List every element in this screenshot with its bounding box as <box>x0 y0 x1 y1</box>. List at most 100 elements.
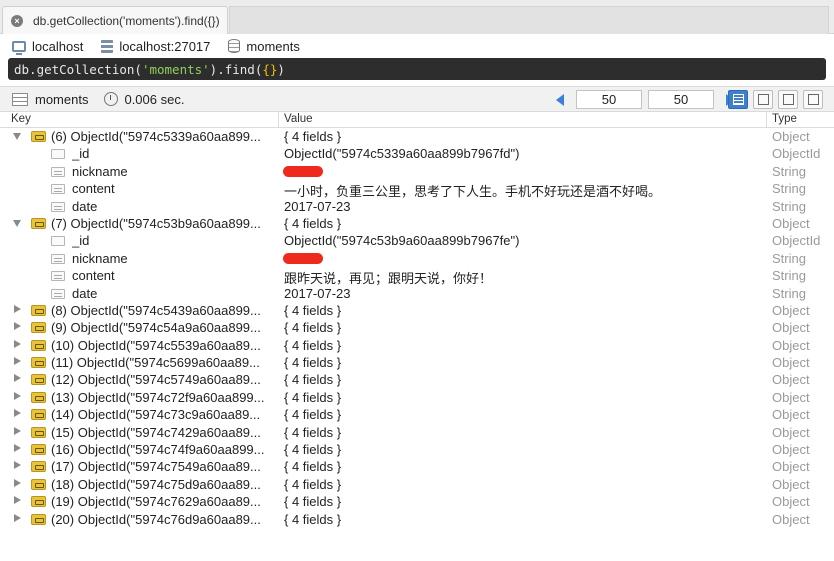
row-value: { 4 fields } <box>284 215 342 231</box>
connection-bar: localhost localhost:27017 moments <box>0 35 834 57</box>
limit-input[interactable] <box>648 90 714 109</box>
query-editor[interactable]: db.getCollection('moments').find({}) <box>8 58 826 80</box>
row-key: (13) ObjectId("5974c72f9a60aa899... <box>51 389 265 405</box>
document-icon <box>31 409 46 421</box>
field-row[interactable]: content 一小时，负重三公里，思考了下人生。手机不好玩还是酒不好喝。 Stri… <box>0 180 834 199</box>
document-row[interactable]: (14) ObjectId("5974c73c9a60aa89... { 4 fi… <box>0 406 834 423</box>
expand-arrow-icon[interactable] <box>14 322 21 331</box>
field-row[interactable]: nickname String <box>0 250 834 267</box>
document-row[interactable]: (11) ObjectId("5974c5699a60aa89... { 4 fi… <box>0 354 834 371</box>
row-value: { 4 fields } <box>284 302 342 318</box>
document-row[interactable]: (20) ObjectId("5974c76d9a60aa89... { 4 fi… <box>0 511 834 528</box>
expand-arrow-icon[interactable] <box>14 496 21 505</box>
column-header-type[interactable]: Type <box>772 113 797 125</box>
results-grid: (6) ObjectId("5974c5339a60aa899... { 4 fi… <box>0 128 834 528</box>
document-row[interactable]: (8) ObjectId("5974c5439a60aa899... { 4 fi… <box>0 302 834 319</box>
expand-arrow-icon[interactable] <box>14 444 21 453</box>
tree-view-button[interactable] <box>728 90 748 109</box>
expand-arrow-icon[interactable] <box>14 409 21 418</box>
grid-overflow-fade <box>0 542 834 561</box>
document-row[interactable]: (16) ObjectId("5974c74f9a60aa899... { 4 f… <box>0 441 834 458</box>
field-row[interactable]: nickname String <box>0 163 834 180</box>
document-row[interactable]: (17) ObjectId("5974c7549a60aa89... { 4 fi… <box>0 458 834 475</box>
document-icon <box>31 461 46 473</box>
document-icon <box>31 131 46 142</box>
row-key: (6) ObjectId("5974c5339a60aa899... <box>51 129 261 144</box>
tab-query[interactable]: × db.getCollection('moments').find({}) <box>2 6 228 34</box>
document-row[interactable]: (7) ObjectId("5974c53b9a60aa899... { 4 fi… <box>0 215 834 232</box>
row-value: { 4 fields } <box>284 337 342 353</box>
column-divider[interactable] <box>766 112 767 128</box>
row-value: { 4 fields } <box>284 511 342 527</box>
row-type: Object <box>772 511 810 527</box>
row-type: Object <box>772 407 810 423</box>
row-type: Object <box>772 459 810 475</box>
row-type: Object <box>772 424 810 440</box>
table-view-icon <box>757 94 769 105</box>
text-view-icon <box>782 94 794 105</box>
document-row[interactable]: (12) ObjectId("5974c5749a60aa89... { 4 fi… <box>0 371 834 388</box>
row-type: String <box>772 198 806 214</box>
text-view-button[interactable] <box>778 90 798 109</box>
connection-host[interactable]: localhost <box>12 39 83 55</box>
expand-arrow-icon[interactable] <box>14 461 21 470</box>
document-row[interactable]: (19) ObjectId("5974c7629a60aa89... { 4 fi… <box>0 493 834 510</box>
expand-arrow-icon[interactable] <box>14 391 21 400</box>
row-type: Object <box>772 320 810 336</box>
string-field-icon <box>51 253 65 264</box>
row-type: String <box>772 163 806 179</box>
document-icon <box>31 339 46 351</box>
string-field-icon <box>51 184 65 195</box>
document-row[interactable]: (13) ObjectId("5974c72f9a60aa899... { 4 f… <box>0 389 834 406</box>
row-value: { 4 fields } <box>284 442 342 458</box>
row-key: (19) ObjectId("5974c7629a60aa89... <box>51 494 261 510</box>
expand-arrow-icon[interactable] <box>14 478 21 487</box>
column-header-value[interactable]: Value <box>284 113 313 125</box>
expand-arrow-icon[interactable] <box>14 374 21 383</box>
connection-database[interactable]: moments <box>228 39 300 54</box>
field-row[interactable]: date 2017-07-23 String <box>0 198 834 215</box>
query-prefix: db.getCollection( <box>14 61 142 77</box>
row-key: (15) ObjectId("5974c7429a60aa89... <box>51 424 261 440</box>
column-divider[interactable] <box>278 112 279 128</box>
document-icon <box>31 513 46 525</box>
row-type: Object <box>772 215 810 231</box>
row-type: String <box>772 285 806 301</box>
expand-arrow-icon[interactable] <box>14 339 21 348</box>
row-type: Object <box>772 372 810 388</box>
field-row[interactable]: _id ObjectId("5974c53b9a60aa899b7967fe") O… <box>0 232 834 249</box>
skip-input[interactable] <box>576 90 642 109</box>
document-row[interactable]: (15) ObjectId("5974c7429a60aa89... { 4 fi… <box>0 424 834 441</box>
column-header-key[interactable]: Key <box>11 113 31 125</box>
field-row[interactable]: _id ObjectId("5974c5339a60aa899b7967fd") O… <box>0 145 834 162</box>
results-grid-header: Key Value Type <box>0 112 834 128</box>
previous-page-icon[interactable] <box>556 93 564 106</box>
collapse-arrow-icon[interactable] <box>13 133 21 140</box>
document-row[interactable]: (6) ObjectId("5974c5339a60aa899... { 4 fi… <box>0 128 834 145</box>
table-view-button[interactable] <box>753 90 773 109</box>
field-row[interactable]: content 跟昨天说，再见；跟明天说，你好！ String <box>0 267 834 286</box>
row-key: (17) ObjectId("5974c7549a60aa89... <box>51 459 261 475</box>
expand-arrow-icon[interactable] <box>14 513 21 522</box>
field-row[interactable]: date 2017-07-23 String <box>0 285 834 302</box>
maximize-button[interactable] <box>803 90 823 109</box>
close-icon[interactable]: × <box>11 14 23 27</box>
maximize-icon <box>807 94 819 105</box>
expand-arrow-icon[interactable] <box>14 357 21 366</box>
document-row[interactable]: (10) ObjectId("5974c5539a60aa89... { 4 fi… <box>0 337 834 354</box>
row-type: Object <box>772 337 810 353</box>
query-collection: 'moments' <box>141 61 210 77</box>
collapse-arrow-icon[interactable] <box>13 219 21 227</box>
document-row[interactable]: (18) ObjectId("5974c75d9a60aa89... { 4 fi… <box>0 476 834 493</box>
view-mode-switcher <box>728 90 823 109</box>
computer-icon <box>12 40 26 55</box>
row-key: (18) ObjectId("5974c75d9a60aa89... <box>51 476 261 492</box>
document-row[interactable]: (9) ObjectId("5974c54a9a60aa899... { 4 fi… <box>0 319 834 336</box>
row-type: Object <box>772 302 810 318</box>
connection-server[interactable]: localhost:27017 <box>101 39 210 54</box>
row-value: { 4 fields } <box>284 320 342 336</box>
document-icon <box>31 357 46 369</box>
expand-arrow-icon[interactable] <box>14 304 21 313</box>
expand-arrow-icon[interactable] <box>14 426 21 435</box>
document-icon <box>31 496 46 508</box>
